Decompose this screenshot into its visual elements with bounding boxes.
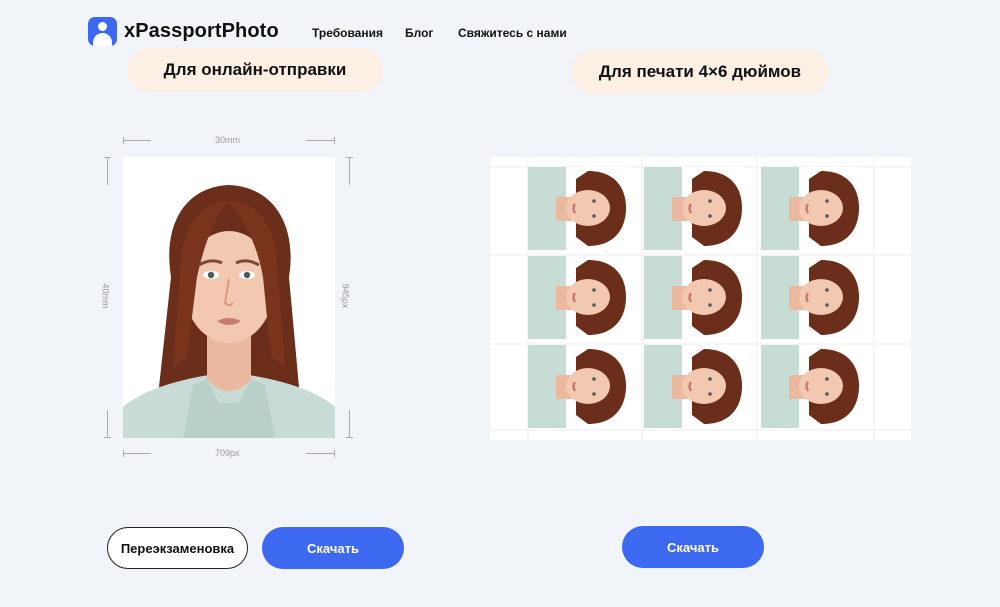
dim-line bbox=[349, 410, 350, 438]
height-px-label: 945px bbox=[340, 283, 351, 309]
download-online-button-label: Скачать bbox=[307, 540, 359, 556]
width-mm-label: 30mm bbox=[215, 135, 241, 145]
print-photo-6 bbox=[761, 256, 860, 339]
dim-tick bbox=[346, 437, 353, 438]
download-print-button[interactable]: Скачать bbox=[622, 526, 764, 568]
nav-item-blog[interactable]: Блог bbox=[405, 26, 433, 40]
online-submission-title-text: Для онлайн-отправки bbox=[163, 60, 347, 79]
print-photo-9 bbox=[761, 345, 860, 428]
dim-line bbox=[123, 453, 151, 454]
print-photo-7 bbox=[528, 345, 627, 428]
print-photo-4 bbox=[528, 256, 627, 339]
nav-item-contact[interactable]: Свяжитесь с нами bbox=[458, 26, 567, 40]
passport-photo-preview bbox=[123, 157, 335, 438]
print-photo-5 bbox=[644, 256, 743, 339]
online-submission-title: Для онлайн-отправки bbox=[127, 48, 383, 92]
dim-line bbox=[107, 410, 108, 438]
print-photo-8 bbox=[644, 345, 743, 428]
retake-button-label: Переэкзаменовка bbox=[120, 540, 235, 556]
dim-tick bbox=[334, 450, 335, 457]
portrait-image bbox=[123, 157, 335, 438]
retake-button[interactable]: Переэкзаменовка bbox=[107, 527, 248, 569]
height-mm-label: 40mm bbox=[100, 283, 111, 309]
print-photo-2 bbox=[644, 167, 743, 250]
dim-line bbox=[306, 453, 335, 454]
dim-line bbox=[123, 140, 151, 141]
dim-line bbox=[107, 157, 108, 185]
brand-name: xPassportPhoto bbox=[124, 20, 279, 42]
download-print-button-label: Скачать bbox=[667, 539, 719, 555]
download-online-button[interactable]: Скачать bbox=[262, 527, 404, 569]
print-title: Для печати 4×6 дюймов bbox=[571, 50, 829, 94]
width-px-label: 709px bbox=[215, 448, 240, 458]
dim-line bbox=[306, 140, 335, 141]
dim-tick bbox=[104, 437, 111, 438]
dim-tick bbox=[334, 137, 335, 144]
nav-item-requirements[interactable]: Требования bbox=[312, 26, 383, 40]
print-photo-3 bbox=[761, 167, 860, 250]
logo[interactable]: xPassportPhoto bbox=[88, 17, 279, 46]
user-avatar-icon bbox=[88, 17, 117, 46]
print-sheet-preview bbox=[490, 157, 911, 440]
dim-line bbox=[349, 157, 350, 185]
print-title-text: Для печати 4×6 дюймов bbox=[598, 62, 802, 81]
print-photo-1 bbox=[528, 167, 627, 250]
